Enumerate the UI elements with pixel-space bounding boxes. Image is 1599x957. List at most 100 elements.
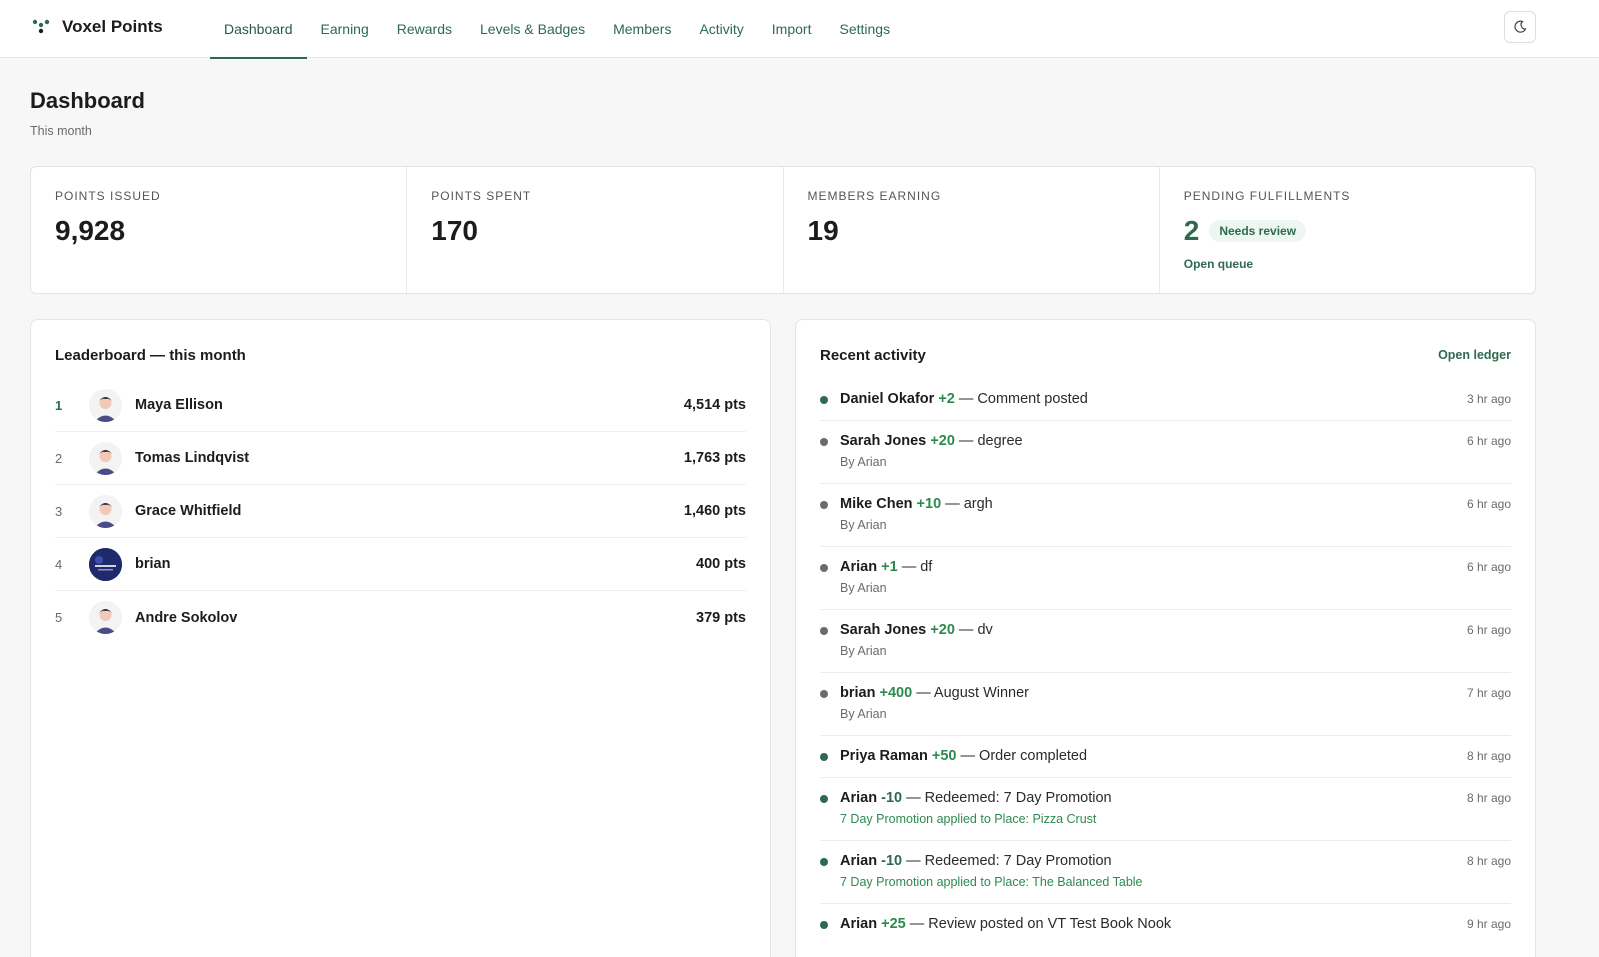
member-name: Tomas Lindqvist — [135, 450, 250, 466]
activity-member: Mike Chen — [840, 496, 913, 512]
status-dot — [820, 690, 828, 698]
leaderboard-row[interactable]: 3 Grace Whitfield 1,460 pts — [55, 485, 746, 538]
member-points: 1,460 pts — [683, 503, 746, 519]
activity-points: +25 — [881, 916, 906, 932]
needs-review-badge: Needs review — [1209, 220, 1307, 242]
leaderboard-row[interactable]: 4 brian 400 pts — [55, 538, 746, 591]
member-points: 400 pts — [696, 556, 746, 572]
activity-time: 9 hr ago — [1466, 917, 1511, 931]
activity-time: 3 hr ago — [1466, 392, 1511, 406]
nav-import[interactable]: Import — [758, 0, 826, 58]
activity-points: +50 — [931, 748, 957, 764]
activity-time: 8 hr ago — [1466, 791, 1511, 805]
main-nav: Dashboard Earning Rewards Levels & Badge… — [210, 0, 904, 59]
stat-points-spent: POINTS SPENT 170 — [407, 167, 784, 293]
activity-member: brian — [840, 685, 876, 701]
activity-points: -10 — [881, 853, 903, 869]
activity-description: — df — [901, 559, 933, 575]
activity-time: 6 hr ago — [1466, 434, 1511, 448]
nav-rewards[interactable]: Rewards — [383, 0, 466, 58]
stat-members-earning: MEMBERS EARNING 19 — [784, 167, 1160, 293]
activity-item[interactable]: Arian -10 — Redeemed: 7 Day Promotion 7 … — [820, 841, 1511, 904]
rank: 3 — [55, 503, 63, 519]
nav-settings[interactable]: Settings — [825, 0, 904, 58]
activity-time: 6 hr ago — [1466, 497, 1511, 511]
status-dot — [820, 438, 828, 446]
brand[interactable]: Voxel Points — [30, 16, 163, 38]
person-avatar-icon — [89, 388, 122, 422]
nav-levels-badges[interactable]: Levels & Badges — [466, 0, 599, 58]
status-dot — [820, 501, 828, 509]
nav-dashboard[interactable]: Dashboard — [210, 0, 307, 59]
leaderboard-list: 1 Maya Ellison 4,514 pts 2 Tomas Lindqvi… — [55, 379, 746, 644]
activity-item[interactable]: Arian +1 — df By Arian 6 hr ago — [820, 547, 1511, 610]
rank: 2 — [55, 450, 63, 466]
activity-member: Sarah Jones — [840, 433, 927, 449]
activity-points: -10 — [881, 790, 903, 806]
leaderboard-row[interactable]: 5 Andre Sokolov 379 pts — [55, 591, 746, 644]
recent-activity-panel: Recent activity Open ledger Daniel Okafo… — [795, 319, 1536, 957]
voxel-logo-icon — [32, 19, 50, 34]
activity-item[interactable]: Arian -10 — Redeemed: 7 Day Promotion 7 … — [820, 778, 1511, 841]
activity-points: +1 — [881, 559, 898, 575]
person-avatar-icon — [89, 441, 122, 475]
member-name: brian — [135, 556, 171, 572]
status-dot — [820, 627, 828, 635]
status-dot — [820, 564, 828, 572]
activity-item[interactable]: Daniel Okafor +2 — Comment posted 3 hr a… — [820, 379, 1511, 421]
nav-earning[interactable]: Earning — [307, 0, 383, 58]
activity-member: Daniel Okafor — [840, 391, 935, 407]
activity-points: +2 — [938, 391, 955, 407]
app-name: Voxel Points — [62, 17, 163, 36]
stat-points-issued: POINTS ISSUED 9,928 — [31, 167, 408, 293]
page-subtitle: This month — [30, 124, 92, 138]
leaderboard-row[interactable]: 2 Tomas Lindqvist 1,763 pts — [55, 432, 746, 485]
activity-member: Arian — [840, 790, 878, 806]
member-points: 1,763 pts — [683, 450, 746, 466]
activity-time: 6 hr ago — [1466, 560, 1511, 574]
activity-subtext: By Arian — [840, 644, 887, 658]
status-dot — [820, 753, 828, 761]
leaderboard-panel: Leaderboard — this month 1 Maya Ellison … — [30, 319, 771, 957]
moon-icon — [1514, 20, 1527, 33]
stat-value: 170 — [431, 215, 478, 246]
nav-members[interactable]: Members — [599, 0, 685, 58]
activity-subtext: By Arian — [840, 707, 887, 721]
activity-item[interactable]: Arian +25 — Review posted on VT Test Boo… — [820, 904, 1511, 946]
open-queue-link[interactable]: Open queue — [1184, 257, 1511, 271]
activity-item[interactable]: Sarah Jones +20 — degree By Arian 6 hr a… — [820, 421, 1511, 484]
activity-member: Arian — [840, 559, 878, 575]
stats-summary: POINTS ISSUED 9,928 POINTS SPENT 170 MEM… — [30, 166, 1536, 294]
activity-item[interactable]: brian +400 — August Winner By Arian 7 hr… — [820, 673, 1511, 736]
member-points: 379 pts — [696, 609, 746, 626]
activity-description: — August Winner — [916, 685, 1030, 701]
activity-time: 8 hr ago — [1466, 854, 1511, 868]
stat-label: PENDING FULFILLMENTS — [1183, 189, 1351, 203]
status-dot — [820, 795, 828, 803]
stat-pending-fulfillments: PENDING FULFILLMENTS 2 Needs review Open… — [1160, 167, 1535, 293]
open-ledger-link[interactable]: Open ledger — [1438, 348, 1511, 362]
activity-description: — Order completed — [960, 748, 1088, 764]
activity-member: Sarah Jones — [840, 622, 927, 638]
activity-subtext: 7 Day Promotion applied to Place: Pizza … — [840, 812, 1097, 826]
page-title: Dashboard — [30, 88, 145, 113]
activity-subtext: By Arian — [840, 581, 887, 595]
activity-subtext: By Arian — [840, 455, 887, 469]
top-navigation-bar: Voxel Points Dashboard Earning Rewards L… — [0, 0, 1599, 59]
stat-value: 2 — [1183, 215, 1200, 246]
status-dot — [820, 858, 828, 866]
activity-member: Arian — [840, 853, 878, 869]
activity-description: — Comment posted — [958, 391, 1088, 407]
stat-label: MEMBERS EARNING — [807, 189, 942, 203]
activity-item[interactable]: Priya Raman +50 — Order completed 8 hr a… — [820, 736, 1511, 778]
activity-item[interactable]: Sarah Jones +20 — dv By Arian 6 hr ago — [820, 610, 1511, 673]
activity-points: +20 — [930, 433, 955, 449]
rank: 5 — [55, 610, 63, 625]
theme-toggle-button[interactable] — [1504, 11, 1536, 43]
activity-item[interactable]: Mike Chen +10 — argh By Arian 6 hr ago — [820, 484, 1511, 547]
leaderboard-row[interactable]: 1 Maya Ellison 4,514 pts — [55, 379, 746, 432]
stat-label: POINTS ISSUED — [55, 189, 161, 203]
nav-activity[interactable]: Activity — [685, 0, 757, 58]
member-points: 4,514 pts — [683, 397, 746, 413]
person-avatar-icon — [89, 601, 122, 634]
